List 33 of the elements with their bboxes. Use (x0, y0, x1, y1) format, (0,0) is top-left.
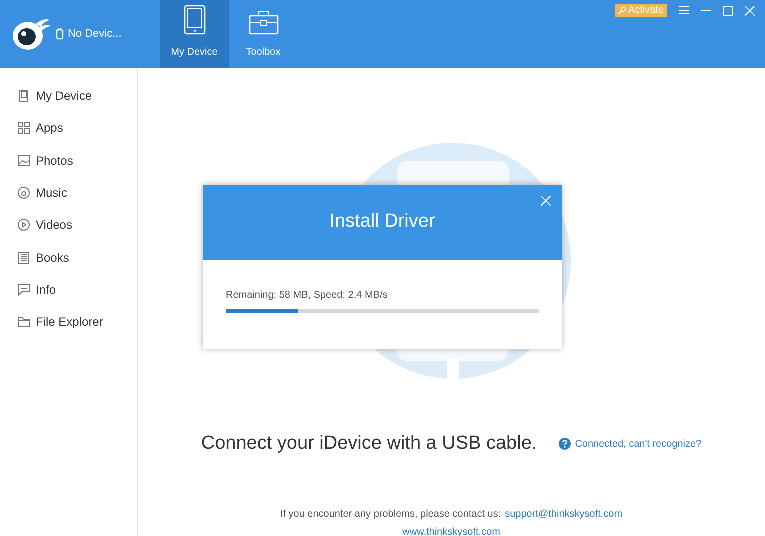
device-icon (18, 90, 30, 102)
sidebar-item[interactable]: Photos (0, 144, 137, 177)
sidebar-item[interactable]: Books (0, 241, 137, 274)
minimize-icon[interactable] (701, 10, 711, 12)
progress-status: Remaining: 58 MB, Speed: 2.4 MB/s (226, 289, 389, 303)
close-icon[interactable] (541, 196, 551, 206)
folder-icon (18, 316, 30, 328)
sidebar-item[interactable]: My Device (0, 80, 137, 112)
connect-message: Connect your iDevice with a USB cable. (201, 432, 538, 456)
nav-tab[interactable]: My Device (160, 0, 229, 68)
toolbox-icon (248, 11, 278, 35)
dialog-title: Install Driver (330, 210, 436, 234)
email-link[interactable]: support@thinkskysoft.com (505, 506, 623, 522)
book-icon (18, 252, 30, 264)
play-icon (18, 219, 30, 232)
question-icon (559, 438, 572, 450)
device-name: No Devic... (68, 26, 122, 42)
phone-icon (56, 28, 64, 40)
sidebar-item[interactable]: Info (0, 274, 137, 306)
close-icon[interactable] (745, 6, 755, 16)
image-icon (18, 154, 30, 167)
contact-text: If you encounter any problems, please contact us: (280, 508, 502, 522)
disc-icon (18, 187, 30, 200)
sidebar-item[interactable]: Apps (0, 112, 137, 145)
tablet-icon (184, 5, 206, 35)
sidebar-item[interactable]: File Explorer (0, 306, 137, 338)
help-link[interactable]: Connected, can't recognize? (559, 436, 702, 452)
menu-icon[interactable] (679, 6, 689, 15)
chat-icon (18, 284, 30, 296)
grid-icon (18, 122, 30, 134)
maximize-icon[interactable] (723, 6, 733, 16)
sidebar-item[interactable]: Music (0, 176, 137, 210)
sidebar-item[interactable]: Videos (0, 209, 137, 242)
